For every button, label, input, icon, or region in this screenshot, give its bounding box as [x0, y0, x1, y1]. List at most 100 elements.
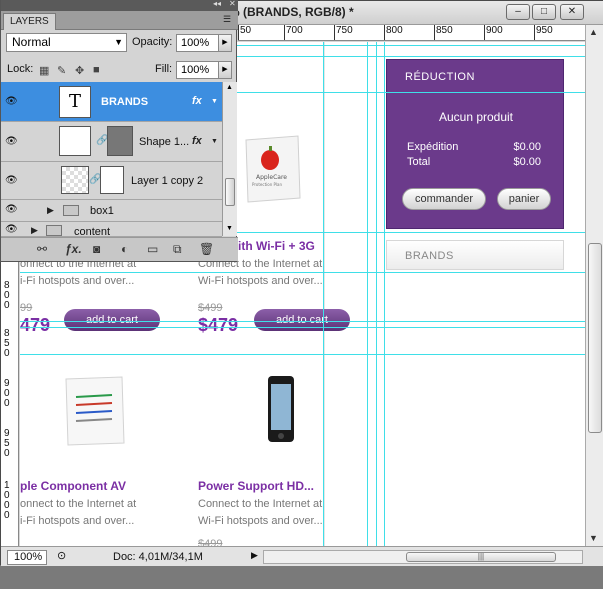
fx-icon[interactable]: fx: [192, 95, 202, 107]
product-title[interactable]: Power Support HD...: [198, 479, 314, 493]
eye-icon[interactable]: 👁: [5, 204, 18, 215]
layer-name[interactable]: box1: [90, 205, 114, 217]
fx-icon[interactable]: fx: [192, 135, 202, 147]
scroll-thumb[interactable]: [225, 178, 235, 206]
lock-transparency-icon[interactable]: ▦: [39, 64, 49, 77]
guide-line[interactable]: [376, 42, 377, 546]
hscroll-thumb[interactable]: |||: [406, 552, 556, 562]
adjustment-layer-icon[interactable]: ◐: [121, 242, 128, 256]
panel-menu-icon[interactable]: ☰: [223, 14, 231, 25]
layer-name[interactable]: Layer 1 copy 2: [131, 175, 203, 187]
ruler-label: 9: [4, 378, 10, 389]
scroll-up-icon[interactable]: ▲: [589, 27, 598, 37]
product-title[interactable]: ith Wi-Fi + 3G: [238, 239, 315, 253]
product-title[interactable]: ple Component AV: [20, 479, 126, 493]
add-mask-icon[interactable]: ◙: [93, 242, 100, 256]
guide-line[interactable]: [384, 42, 385, 546]
ruler-tick: [484, 25, 485, 40]
ruler-label: 5: [4, 438, 10, 449]
blend-mode-select[interactable]: Normal ▼: [6, 33, 127, 52]
eye-icon[interactable]: 👁: [5, 96, 18, 107]
layer-name[interactable]: content: [74, 226, 110, 236]
lock-image-icon[interactable]: ✎: [57, 64, 66, 77]
layer-row-content[interactable]: 👁 ▶ content: [1, 222, 222, 237]
shipping-label: Expédition: [407, 141, 459, 153]
link-layers-icon[interactable]: ⚯: [37, 242, 47, 256]
zoom-field[interactable]: 100%: [7, 550, 47, 565]
panel-header-bar[interactable]: ◂◂ ✕: [1, 0, 238, 11]
eye-icon[interactable]: 👁: [5, 175, 18, 186]
chevron-down-icon[interactable]: ▼: [211, 98, 218, 105]
add-style-icon[interactable]: ƒx.: [65, 242, 82, 256]
layer-row-brands[interactable]: 👁 T BRANDS fx ▼: [1, 82, 222, 122]
document-info[interactable]: Doc: 4,01M/34,1M: [113, 551, 203, 563]
fill-arrow-icon[interactable]: ▶: [218, 61, 232, 79]
photoshop-workspace: % (BRANDS, RGB/8) * – □ ✕ 50 700 750 800…: [0, 0, 603, 589]
horizontal-ruler[interactable]: 50 700 750 800 850 900 950: [238, 25, 585, 41]
expand-arrow-icon[interactable]: ▶: [47, 205, 54, 216]
layer-row-shape[interactable]: 👁 🔗 Shape 1... fx ▼: [1, 122, 222, 162]
new-group-icon[interactable]: ▭: [147, 242, 158, 256]
tab-layers[interactable]: LAYERS: [3, 13, 56, 30]
lock-all-icon[interactable]: ■: [93, 64, 100, 76]
close-button[interactable]: ✕: [560, 4, 584, 20]
layers-scrollbar[interactable]: ▲ ▼: [222, 82, 237, 236]
vertical-scrollbar[interactable]: ▲ ▼: [585, 25, 603, 546]
ruler-label: 0: [4, 290, 10, 301]
layer-name[interactable]: BRANDS: [101, 96, 148, 108]
collapse-icon[interactable]: ◂◂: [213, 0, 221, 8]
status-options-icon[interactable]: ⊙: [57, 549, 66, 562]
product-price: 479: [20, 315, 51, 335]
status-arrow-icon[interactable]: ▶: [251, 550, 258, 561]
lock-position-icon[interactable]: ✥: [75, 64, 84, 77]
ruler-label: 0: [4, 348, 10, 359]
mask-thumbnail: [107, 126, 133, 156]
mask-thumbnail: [100, 166, 124, 194]
ruler-tick: [334, 25, 335, 40]
text-layer-thumbnail: T: [59, 86, 91, 118]
eye-icon[interactable]: 👁: [5, 224, 18, 235]
ruler-tick: [284, 25, 285, 40]
blend-mode-value: Normal: [12, 35, 51, 49]
minimize-button[interactable]: –: [506, 4, 530, 20]
vertical-ruler[interactable]: 8 0 0 8 5 0 9 0 0 9 5 0 1 0 0 0: [1, 241, 19, 546]
ruler-label: 800: [386, 25, 403, 36]
scroll-down-icon[interactable]: ▼: [226, 225, 233, 232]
scroll-up-icon[interactable]: ▲: [226, 84, 233, 91]
close-panel-icon[interactable]: ✕: [229, 0, 236, 8]
applecare-image: AppleCare Protection Plan: [242, 134, 302, 204]
scroll-thumb[interactable]: [588, 243, 602, 433]
guide-line[interactable]: [20, 354, 585, 355]
fill-input[interactable]: 100%: [176, 61, 224, 79]
chevron-down-icon[interactable]: ▼: [211, 138, 218, 145]
horizontal-scrollbar[interactable]: |||: [263, 550, 583, 564]
layer-name[interactable]: Shape 1...: [139, 136, 189, 148]
ruler-label: 8: [4, 328, 10, 339]
guide-line[interactable]: [20, 272, 585, 273]
expand-arrow-icon[interactable]: ▶: [31, 225, 38, 236]
layer-thumbnail: [61, 166, 89, 194]
cart-title: RÉDUCTION: [405, 71, 475, 83]
eye-icon[interactable]: 👁: [5, 136, 18, 147]
delete-layer-icon[interactable]: 🗑: [199, 242, 214, 256]
ruler-label: 50: [240, 25, 252, 36]
cart-button[interactable]: panier: [497, 188, 551, 210]
maximize-button[interactable]: □: [532, 4, 556, 20]
order-button[interactable]: commander: [402, 188, 486, 210]
ruler-tick: [434, 25, 435, 40]
ruler-label: 850: [436, 25, 453, 36]
cart-empty-text: Aucun produit: [438, 110, 514, 124]
guide-line[interactable]: [323, 42, 324, 546]
layer-row-box1[interactable]: 👁 ▶ box1: [1, 200, 222, 222]
product-old-price: $499: [198, 302, 223, 314]
brands-box: BRANDS: [386, 240, 564, 270]
opacity-input[interactable]: 100%: [176, 34, 224, 52]
scroll-down-icon[interactable]: ▼: [589, 533, 598, 543]
guide-line[interactable]: [20, 321, 585, 322]
guide-line[interactable]: [20, 327, 585, 328]
ruler-tick: [238, 25, 239, 40]
guide-line[interactable]: [367, 42, 368, 546]
layer-row-layer1copy2[interactable]: 👁 🔗 Layer 1 copy 2: [1, 162, 222, 200]
opacity-arrow-icon[interactable]: ▶: [218, 34, 232, 52]
new-layer-icon[interactable]: ⧉: [173, 242, 182, 257]
